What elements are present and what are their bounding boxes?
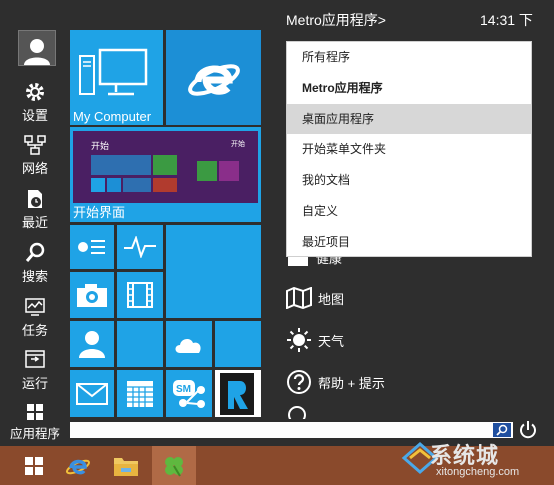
tile-reader[interactable]: [215, 370, 261, 417]
tile-settings-small[interactable]: [70, 225, 114, 269]
tile-camera[interactable]: [70, 272, 114, 318]
tile-my-computer-label: My Computer: [73, 109, 152, 124]
app-help-label: 帮助 + 提示: [318, 375, 385, 391]
computer-icon: [79, 48, 148, 96]
dropdown-item-start-folder[interactable]: 开始菜单文件夹: [287, 134, 531, 165]
view-selector[interactable]: Metro应用程序>: [286, 10, 386, 30]
pulse-icon: [124, 236, 156, 258]
camera-icon: [77, 284, 107, 307]
run-icon: [25, 350, 45, 368]
rail-search[interactable]: 搜索: [0, 242, 70, 285]
app-maps-label: 地图: [318, 291, 345, 307]
watermark-url: xitongcheng.com: [436, 466, 520, 478]
task-icon: [25, 298, 45, 316]
user-avatar[interactable]: [18, 30, 56, 66]
rail-settings[interactable]: 设置: [0, 81, 70, 124]
clock: 14:31 下: [480, 12, 533, 28]
rail-recent[interactable]: 最近: [0, 188, 70, 231]
tile-calendar[interactable]: [117, 370, 163, 417]
dropdown-item-metro-apps[interactable]: Metro应用程序: [287, 73, 531, 104]
app-weather[interactable]: 天气: [286, 327, 344, 353]
user-icon: [24, 39, 50, 65]
folder-icon: [114, 457, 138, 476]
gear-icon: [26, 83, 44, 101]
rail-apps-label: 应用程序: [9, 427, 60, 441]
list-icon: [78, 240, 105, 254]
dropdown-item-my-documents[interactable]: 我的文档: [287, 165, 531, 196]
rail-run-label: 运行: [21, 376, 48, 391]
start-screen-preview: 开始 开始: [73, 131, 258, 203]
app-help[interactable]: 帮助 + 提示: [286, 369, 385, 395]
tile-start-screen-label: 开始界面: [73, 205, 126, 220]
internet-explorer-icon: [188, 64, 240, 96]
search-icon: [25, 242, 45, 262]
apps-icon: [27, 404, 43, 420]
map-icon: [286, 287, 312, 309]
calendar-icon: [127, 381, 153, 407]
app-partial-bottom[interactable]: [286, 405, 314, 419]
app-maps[interactable]: 地图: [286, 285, 344, 311]
network-icon: [24, 135, 46, 155]
tile-health[interactable]: [117, 225, 163, 269]
rail-network[interactable]: 网络: [0, 134, 70, 177]
tile-start-screen[interactable]: 开始 开始 开始界面: [70, 127, 261, 222]
view-dropdown: 所有程序 Metro应用程序 桌面应用程序 开始菜单文件夹 我的文档 自定义 最…: [286, 41, 532, 257]
clover-icon: [165, 456, 183, 477]
tile-my-computer[interactable]: My Computer: [70, 30, 163, 125]
mail-icon: [76, 383, 108, 405]
help-icon: [287, 370, 311, 394]
tile-skydrive[interactable]: [166, 321, 212, 367]
svg-text:SM: SM: [176, 384, 191, 395]
rail-task-label: 任务: [21, 323, 48, 338]
tile-people[interactable]: [70, 321, 114, 367]
person-icon: [79, 331, 105, 358]
internet-explorer-icon: [65, 459, 91, 474]
rail-recent-label: 最近: [21, 215, 48, 230]
taskbar-ie[interactable]: [56, 446, 100, 485]
rail-run[interactable]: 运行: [0, 349, 70, 392]
recent-icon: [28, 190, 42, 208]
tile-mail[interactable]: [70, 370, 114, 417]
start-preview-title: 开始: [91, 141, 110, 151]
share-icon: SM: [173, 380, 205, 408]
sun-icon: [287, 328, 311, 352]
dropdown-item-desktop-apps[interactable]: 桌面应用程序: [287, 103, 531, 135]
app-weather-label: 天气: [318, 333, 345, 349]
windows-logo-icon: [25, 456, 43, 475]
tile-sm-share[interactable]: SM: [166, 370, 212, 417]
start-menu: 设置 网络 最近 搜索 任务 运行 应用程序 My Computer 开始 开始…: [0, 0, 554, 446]
taskbar-explorer[interactable]: [104, 446, 148, 485]
start-preview-small: 开始: [231, 141, 245, 148]
dropdown-item-all-programs[interactable]: 所有程序: [287, 42, 531, 73]
dropdown-item-customize[interactable]: 自定义: [287, 196, 531, 227]
tile-internet-explorer[interactable]: [166, 30, 261, 125]
rail-apps[interactable]: 应用程序: [0, 403, 70, 442]
reader-icon: [220, 373, 254, 415]
tile-blank-small[interactable]: [117, 321, 163, 367]
film-icon: [127, 282, 153, 308]
tile-blank-small-2[interactable]: [215, 321, 261, 367]
rail-search-label: 搜索: [21, 269, 48, 284]
taskbar-app-clover[interactable]: [152, 446, 196, 485]
rail-network-label: 网络: [21, 161, 48, 176]
rail-settings-label: 设置: [21, 108, 48, 123]
app-partial-icon: [288, 406, 306, 419]
rail-task[interactable]: 任务: [0, 296, 70, 339]
tile-video[interactable]: [117, 272, 163, 318]
tile-blank-large[interactable]: [166, 225, 261, 318]
dropdown-item-recent-items[interactable]: 最近项目: [287, 227, 531, 258]
start-button[interactable]: [12, 446, 56, 485]
cloud-icon: [175, 339, 201, 353]
